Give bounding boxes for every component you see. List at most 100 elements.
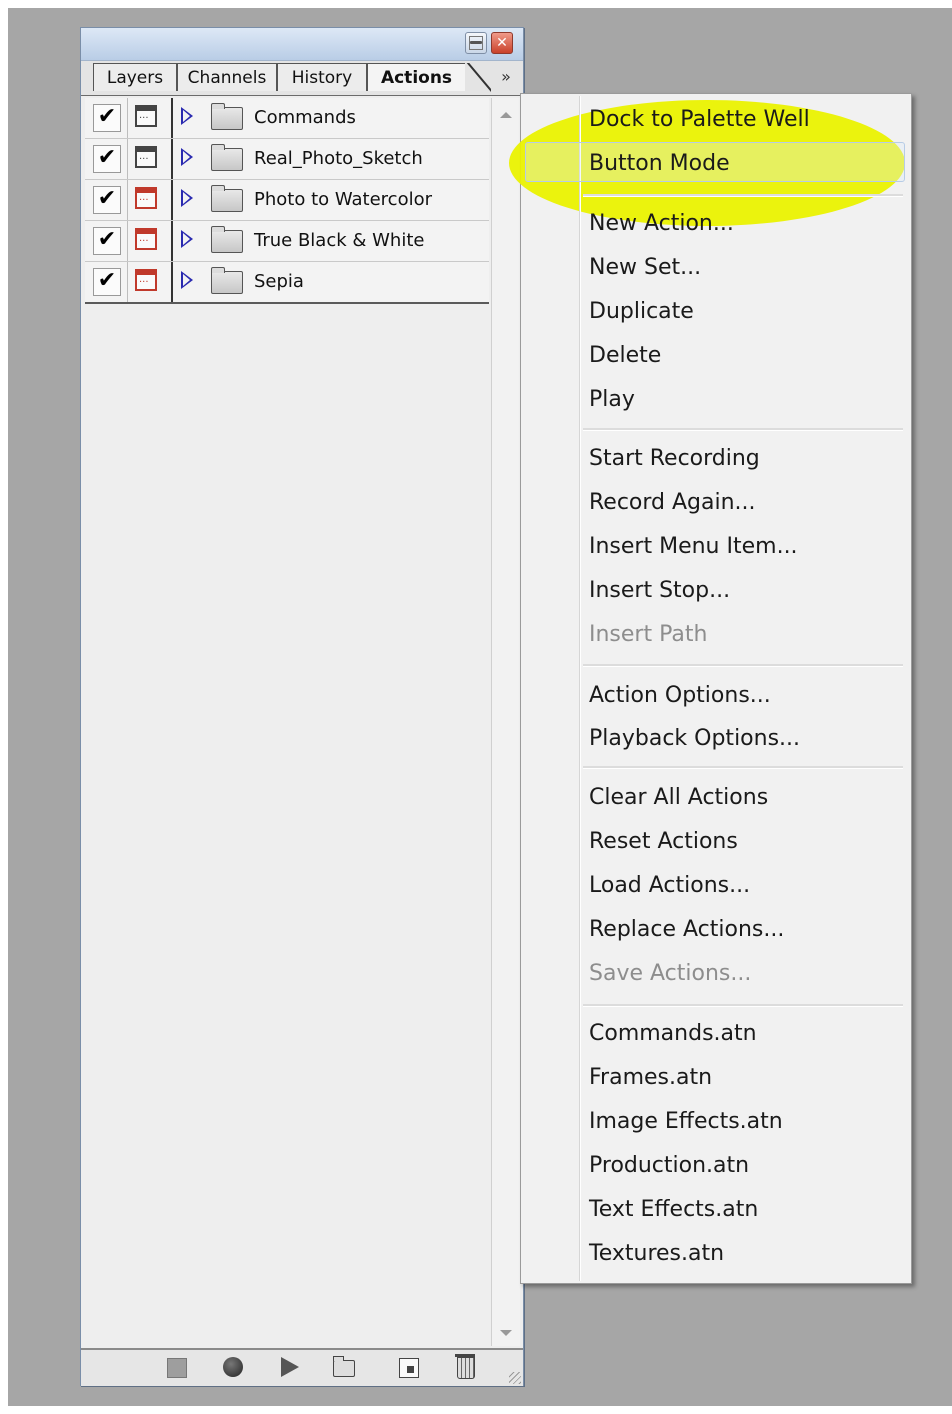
column-divider (127, 98, 128, 138)
menu-item-delete[interactable]: Delete (589, 341, 661, 371)
checkmark-icon: ✔ (97, 186, 117, 211)
actions-list: ✔ Commands ✔ Real_Photo_Sketch ✔ Photo t… (85, 98, 489, 304)
column-divider (127, 139, 128, 179)
menu-item-record-again[interactable]: Record Again... (589, 488, 756, 518)
column-divider (171, 98, 173, 138)
new-action-icon[interactable] (399, 1358, 419, 1378)
minimize-button[interactable] (465, 32, 487, 54)
menu-item-dock-to-palette-well[interactable]: Dock to Palette Well (589, 105, 810, 135)
close-icon: ✕ (496, 35, 508, 51)
menu-item-load-actions[interactable]: Load Actions... (589, 871, 750, 901)
close-button[interactable]: ✕ (491, 32, 513, 54)
menu-item-save-actions: Save Actions... (589, 961, 752, 986)
column-divider (171, 221, 173, 261)
dialog-toggle-icon[interactable] (135, 105, 157, 127)
folder-icon (211, 144, 243, 171)
menu-item-duplicate[interactable]: Duplicate (589, 297, 694, 327)
menu-item-new-action[interactable]: New Action... (589, 209, 734, 239)
menu-item-insert-stop[interactable]: Insert Stop... (589, 576, 730, 606)
expand-triangle-icon[interactable] (181, 107, 193, 125)
action-set-label: Photo to Watercolor (254, 189, 432, 210)
menu-item-reset-actions[interactable]: Reset Actions (589, 827, 738, 857)
column-divider (171, 262, 173, 302)
action-set-label: True Black & White (254, 230, 425, 251)
record-icon[interactable] (223, 1357, 243, 1377)
menu-item-replace-actions[interactable]: Replace Actions... (589, 915, 784, 945)
action-set-row[interactable]: ✔ Commands (85, 98, 489, 139)
menu-item-textures-atn[interactable]: Textures.atn (589, 1239, 724, 1269)
tab-edge-decoration (465, 63, 491, 92)
menu-item-button-mode[interactable]: Button Mode (589, 149, 730, 179)
menu-separator (583, 1004, 903, 1007)
panel-bottom-toolbar (81, 1348, 523, 1386)
menu-separator (583, 766, 903, 769)
column-divider (127, 262, 128, 302)
menu-item-insert-path: Insert Path (589, 622, 708, 647)
expand-triangle-icon[interactable] (181, 148, 193, 166)
expand-triangle-icon[interactable] (181, 189, 193, 207)
toggle-item-checkbox[interactable]: ✔ (93, 104, 121, 132)
resize-grip-icon[interactable] (509, 1372, 521, 1384)
toggle-item-checkbox[interactable]: ✔ (93, 186, 121, 214)
column-divider (127, 180, 128, 220)
dialog-toggle-icon[interactable] (135, 146, 157, 168)
action-set-row[interactable]: ✔ Photo to Watercolor (85, 180, 489, 221)
expand-triangle-icon[interactable] (181, 230, 193, 248)
dialog-toggle-icon[interactable] (135, 228, 157, 250)
action-set-row[interactable]: ✔ Sepia (85, 262, 489, 304)
dialog-toggle-icon[interactable] (135, 187, 157, 209)
column-divider (171, 180, 173, 220)
checkmark-icon: ✔ (97, 268, 117, 293)
tab-actions[interactable]: Actions (367, 63, 465, 91)
folder-icon (211, 226, 243, 253)
toggle-item-checkbox[interactable]: ✔ (93, 227, 121, 255)
column-divider (127, 221, 128, 261)
new-set-icon[interactable] (333, 1356, 355, 1377)
menu-item-action-options[interactable]: Action Options... (589, 681, 771, 711)
menu-icon-gutter (579, 96, 580, 1281)
trash-icon[interactable] (455, 1354, 475, 1379)
folder-icon (211, 185, 243, 212)
action-set-row[interactable]: ✔ True Black & White (85, 221, 489, 262)
action-set-label: Sepia (254, 271, 304, 292)
panel-title-bar[interactable]: ✕ (81, 28, 523, 61)
tab-layers[interactable]: Layers (93, 63, 177, 91)
menu-item-playback-options[interactable]: Playback Options... (589, 724, 800, 754)
menu-item-clear-all-actions[interactable]: Clear All Actions (589, 783, 768, 813)
toggle-item-checkbox[interactable]: ✔ (93, 145, 121, 173)
menu-item-new-set[interactable]: New Set... (589, 253, 701, 283)
panel-menu-button[interactable]: » (495, 65, 517, 89)
menu-separator (583, 428, 903, 431)
checkmark-icon: ✔ (97, 145, 117, 170)
menu-item-insert-menu-item[interactable]: Insert Menu Item... (589, 532, 798, 562)
actions-panel: ✕ Layers Channels History Actions » ✔ Co… (80, 27, 524, 1386)
column-divider (171, 139, 173, 179)
tab-history[interactable]: History (277, 63, 367, 91)
menu-item-frames-atn[interactable]: Frames.atn (589, 1063, 712, 1093)
folder-icon (211, 103, 243, 130)
dialog-toggle-icon[interactable] (135, 269, 157, 291)
scroll-down-icon[interactable] (500, 1330, 512, 1336)
menu-separator (583, 664, 903, 667)
expand-triangle-icon[interactable] (181, 271, 193, 289)
action-set-label: Real_Photo_Sketch (254, 148, 423, 169)
menu-item-image-effects-atn[interactable]: Image Effects.atn (589, 1107, 783, 1137)
checkmark-icon: ✔ (97, 227, 117, 252)
toggle-item-checkbox[interactable]: ✔ (93, 268, 121, 296)
stop-icon[interactable] (167, 1358, 187, 1378)
menu-item-text-effects-atn[interactable]: Text Effects.atn (589, 1195, 758, 1225)
tab-channels[interactable]: Channels (177, 63, 277, 91)
menu-item-start-recording[interactable]: Start Recording (589, 444, 760, 474)
menu-item-commands-atn[interactable]: Commands.atn (589, 1019, 757, 1049)
menu-item-play[interactable]: Play (589, 385, 635, 415)
action-set-label: Commands (254, 107, 356, 128)
panel-flyout-menu: Dock to Palette Well Button Mode New Actio… (509, 93, 912, 1284)
action-set-row[interactable]: ✔ Real_Photo_Sketch (85, 139, 489, 180)
menu-item-production-atn[interactable]: Production.atn (589, 1151, 749, 1181)
menu-separator (583, 194, 903, 197)
scroll-up-icon[interactable] (500, 112, 512, 118)
panel-tab-strip: Layers Channels History Actions » (81, 61, 523, 96)
play-icon[interactable] (281, 1357, 299, 1377)
vertical-scrollbar[interactable] (491, 98, 520, 1346)
folder-icon (211, 267, 243, 294)
